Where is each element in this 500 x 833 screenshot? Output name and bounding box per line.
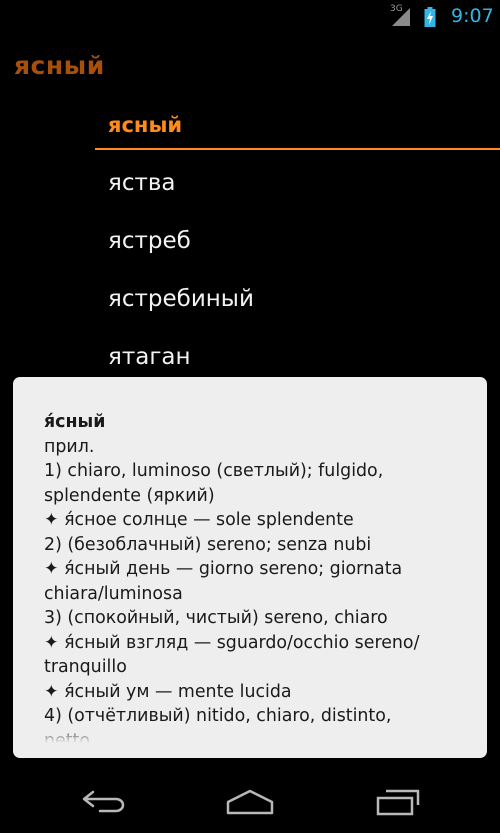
definition-line: ✦ я́сный взгляд — sguardo/occhio sereno/	[44, 632, 420, 653]
scroll-fade	[44, 725, 469, 743]
definition-line: 3) (спокойный, чистый) sereno, chiaro	[44, 608, 388, 628]
clock: 9:07	[451, 5, 494, 27]
word-list-item[interactable]: яства	[95, 154, 500, 212]
definition-line: ✦ я́сное солнце — sole splendente	[44, 510, 354, 530]
signal-icon: 3G	[390, 4, 412, 28]
recent-apps-icon[interactable]	[368, 784, 424, 820]
page-title: ясный	[14, 51, 105, 80]
definition-popup[interactable]: я́сный прил. 1) chiaro, luminoso (светлы…	[13, 377, 487, 758]
battery-icon	[424, 7, 436, 27]
back-icon[interactable]	[76, 784, 132, 820]
navigation-bar	[0, 770, 500, 833]
home-icon[interactable]	[222, 784, 278, 820]
definition-line: прил.	[44, 436, 95, 457]
status-bar: 3G 9:07	[0, 0, 500, 33]
definition-line: splendente (яркий)	[44, 485, 215, 506]
definition-content[interactable]: я́сный прил. 1) chiaro, luminoso (светлы…	[44, 410, 469, 743]
word-list: ясный яства ястреб ястребиный ятаган	[95, 102, 500, 386]
definition-line: chiara/luminosa	[44, 583, 183, 604]
definition-line: ✦ я́сный ум — mente lucida	[44, 681, 292, 702]
definition-headword: я́сный	[44, 412, 106, 432]
definition-line: ✦ я́сный день — giorno sereno; giornata	[44, 559, 403, 579]
definition-line: tranquillo	[44, 657, 127, 677]
definition-line: 1) chiaro, luminoso (светлый); fulgido,	[44, 461, 384, 481]
word-list-item[interactable]: ястреб	[95, 212, 500, 270]
definition-line: 2) (безоблачный) sereno; senza nubi	[44, 534, 372, 555]
word-list-item[interactable]: ястребиный	[95, 270, 500, 328]
word-list-item-selected[interactable]: ясный	[95, 102, 500, 150]
